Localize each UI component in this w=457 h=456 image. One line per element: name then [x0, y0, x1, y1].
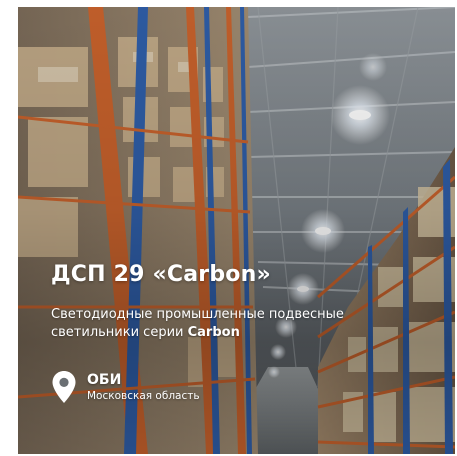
- map-pin-icon: [52, 371, 76, 403]
- location-block: ОБИ Московская область: [51, 367, 200, 407]
- card-subtitle-emphasis: Carbon: [187, 325, 240, 340]
- location-name: ОБИ: [87, 371, 122, 388]
- location-text: ОБИ Московская область: [87, 372, 200, 403]
- card-title: ДСП 29 «Carbon»: [51, 262, 271, 287]
- project-card[interactable]: ДСП 29 «Carbon» Светодиодные промышленны…: [18, 7, 455, 454]
- location-region: Московская область: [87, 389, 200, 402]
- card-subtitle: Светодиодные промышленные подвесные свет…: [51, 306, 381, 342]
